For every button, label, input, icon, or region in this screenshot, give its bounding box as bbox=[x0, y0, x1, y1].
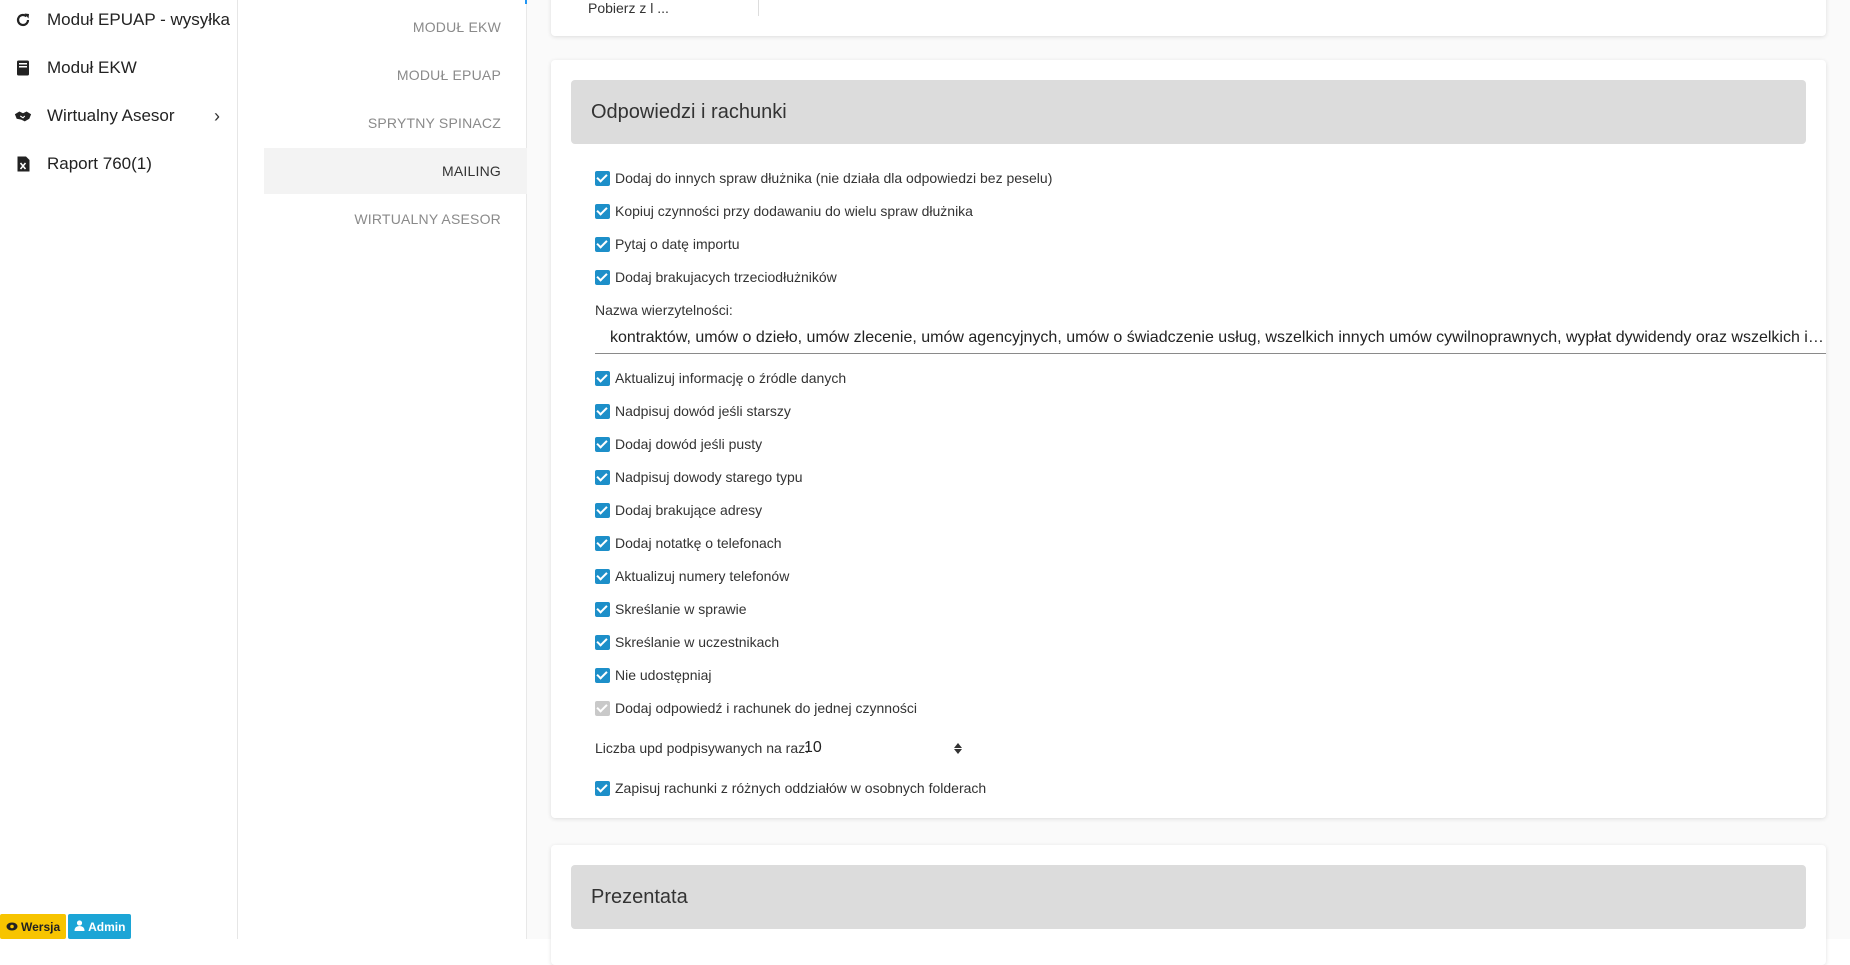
checkbox-strike-in-case[interactable]: Skreślanie w sprawie bbox=[595, 599, 747, 619]
batch-size-input[interactable]: 10 bbox=[791, 734, 963, 762]
checkbox-label: Nadpisuj dowód jeśli starszy bbox=[615, 403, 791, 419]
checkbox-label: Aktualizuj informację o źródle danych bbox=[615, 370, 847, 386]
checkbox-checked-icon[interactable] bbox=[595, 236, 610, 252]
checkbox-checked-icon[interactable] bbox=[595, 780, 610, 796]
checkbox-checked-icon[interactable] bbox=[595, 269, 610, 285]
tab-mailing[interactable]: MAILING bbox=[264, 148, 527, 194]
section-title: Odpowiedzi i rachunki bbox=[571, 80, 1806, 144]
tab-modul-ekw[interactable]: MODUŁ EKW bbox=[264, 4, 527, 50]
checkbox-label: Dodaj brakujące adresy bbox=[615, 502, 763, 518]
checkbox-strike-in-participants[interactable]: Skreślanie w uczestnikach bbox=[595, 632, 779, 652]
role-badge[interactable]: Admin bbox=[68, 914, 132, 939]
checkbox-do-not-share[interactable]: Nie udostępniaj bbox=[595, 665, 712, 685]
sidebar-item-label: Raport 760(1) bbox=[47, 154, 152, 173]
handshake-icon bbox=[14, 107, 32, 125]
role-badge-label: Admin bbox=[88, 919, 126, 934]
eye-icon bbox=[6, 920, 18, 934]
sidebar-item-epuap-wysylka[interactable]: Moduł EPUAP - wysyłka bbox=[0, 0, 238, 40]
batch-size-label: Liczba upd podpisywanych na raz: bbox=[595, 740, 810, 756]
checkbox-label: Kopiuj czynności przy dodawaniu do wielu… bbox=[615, 203, 973, 219]
checkbox-update-phone-numbers[interactable]: Aktualizuj numery telefonów bbox=[595, 566, 789, 586]
claim-name-value: kontraktów, umów o dzieło, umów zlecenie… bbox=[610, 328, 1826, 346]
version-badges: Wersja Admin bbox=[0, 914, 132, 939]
settings-subnav: MODUŁ EKW MODUŁ EPUAP SPRYTNY SPINACZ MA… bbox=[238, 0, 527, 939]
sidebar-item-wirtualny-asesor[interactable]: Wirtualny Asesor › bbox=[0, 96, 238, 136]
checkbox-overwrite-old-ids[interactable]: Nadpisuj dowody starego typu bbox=[595, 467, 803, 487]
checkbox-add-missing-addresses[interactable]: Dodaj brakujące adresy bbox=[595, 500, 762, 520]
checkbox-label: Dodaj do innych spraw dłużnika (nie dzia… bbox=[615, 170, 1053, 186]
sidebar-item-label: Moduł EKW bbox=[47, 58, 137, 77]
claim-name-label: Nazwa wierzytelności: bbox=[595, 302, 733, 318]
book-icon bbox=[14, 59, 32, 77]
checkbox-checked-icon[interactable] bbox=[595, 469, 610, 485]
checkbox-label: Skreślanie w uczestnikach bbox=[615, 634, 780, 650]
sidebar-item-label: Moduł EPUAP - wysyłka bbox=[47, 10, 230, 29]
checkbox-label: Dodaj dowód jeśli pusty bbox=[615, 436, 763, 452]
checkbox-checked-icon[interactable] bbox=[595, 370, 610, 386]
section-title: Prezentata bbox=[571, 865, 1806, 929]
checkbox-label: Dodaj notatkę o telefonach bbox=[615, 535, 782, 551]
batch-size-value: 10 bbox=[804, 739, 822, 756]
checkbox-label: Zapisuj rachunki z różnych oddziałów w o… bbox=[615, 780, 987, 796]
divider bbox=[758, 0, 759, 16]
checkbox-ask-import-date[interactable]: Pytaj o datę importu bbox=[595, 234, 740, 254]
main-content: Pobierz z l ... Odpowiedzi i rachunki Do… bbox=[527, 0, 1850, 965]
version-badge-label: Wersja bbox=[21, 919, 61, 934]
chevron-right-icon: › bbox=[214, 105, 220, 126]
checkbox-checked-icon[interactable] bbox=[595, 634, 610, 650]
number-stepper-icon[interactable] bbox=[953, 740, 963, 756]
tab-modul-epuap[interactable]: MODUŁ EPUAP bbox=[264, 52, 527, 98]
checkbox-label: Nadpisuj dowody starego typu bbox=[615, 469, 803, 485]
sidebar-item-ekw[interactable]: Moduł EKW bbox=[0, 48, 238, 88]
checkbox-checked-icon[interactable] bbox=[595, 170, 610, 186]
checkbox-add-missing-third-debtors[interactable]: Dodaj brakujacych trzeciodłużników bbox=[595, 267, 837, 287]
previous-section-card: Pobierz z l ... bbox=[551, 0, 1826, 36]
checkbox-save-bills-separate-folders[interactable]: Zapisuj rachunki z różnych oddziałów w o… bbox=[595, 778, 986, 798]
checkbox-checked-icon[interactable] bbox=[595, 667, 610, 683]
checkbox-response-and-bill-one-action[interactable]: Dodaj odpowiedź i rachunek do jednej czy… bbox=[595, 698, 917, 718]
checkbox-add-id-if-empty[interactable]: Dodaj dowód jeśli pusty bbox=[595, 434, 762, 454]
refresh-icon bbox=[14, 11, 32, 29]
claim-name-input[interactable]: kontraktów, umów o dzieło, umów zlecenie… bbox=[595, 322, 1826, 354]
checkbox-add-phone-note[interactable]: Dodaj notatkę o telefonach bbox=[595, 533, 782, 553]
checkbox-checked-icon[interactable] bbox=[595, 601, 610, 617]
checkbox-update-data-source[interactable]: Aktualizuj informację o źródle danych bbox=[595, 368, 846, 388]
presenter-section-card: Prezentata bbox=[551, 845, 1826, 965]
checkbox-label: Dodaj odpowiedź i rachunek do jednej czy… bbox=[615, 700, 917, 716]
excel-file-icon bbox=[14, 155, 32, 173]
version-badge[interactable]: Wersja bbox=[0, 914, 67, 939]
sidebar-item-raport-760[interactable]: Raport 760(1) bbox=[0, 144, 238, 184]
checkbox-label: Pytaj o datę importu bbox=[615, 236, 740, 252]
responses-section-card: Odpowiedzi i rachunki Dodaj do innych sp… bbox=[551, 60, 1826, 818]
tab-wirtualny-asesor[interactable]: WIRTUALNY ASESOR bbox=[264, 196, 527, 242]
checkbox-disabled-icon bbox=[595, 700, 610, 716]
checkbox-label: Aktualizuj numery telefonów bbox=[615, 568, 790, 584]
cut-off-field-text: Pobierz z l ... bbox=[588, 0, 669, 16]
checkbox-checked-icon[interactable] bbox=[595, 436, 610, 452]
checkbox-checked-icon[interactable] bbox=[595, 535, 610, 551]
checkbox-label: Nie udostępniaj bbox=[615, 667, 712, 683]
checkbox-checked-icon[interactable] bbox=[595, 568, 610, 584]
checkbox-checked-icon[interactable] bbox=[595, 203, 610, 219]
user-icon bbox=[74, 919, 85, 934]
tab-sprytny-spinacz[interactable]: SPRYTNY SPINACZ bbox=[264, 100, 527, 146]
checkbox-add-to-other-cases[interactable]: Dodaj do innych spraw dłużnika (nie dzia… bbox=[595, 168, 1052, 188]
sidebar: Moduł EPUAP - wysyłka Moduł EKW Wirtualn… bbox=[0, 0, 238, 939]
checkbox-checked-icon[interactable] bbox=[595, 502, 610, 518]
checkbox-checked-icon[interactable] bbox=[595, 403, 610, 419]
checkbox-label: Dodaj brakujacych trzeciodłużników bbox=[615, 269, 837, 285]
sidebar-item-label: Wirtualny Asesor bbox=[47, 106, 175, 125]
checkbox-label: Skreślanie w sprawie bbox=[615, 601, 747, 617]
checkbox-copy-actions[interactable]: Kopiuj czynności przy dodawaniu do wielu… bbox=[595, 201, 973, 221]
checkbox-overwrite-id-if-older[interactable]: Nadpisuj dowód jeśli starszy bbox=[595, 401, 791, 421]
